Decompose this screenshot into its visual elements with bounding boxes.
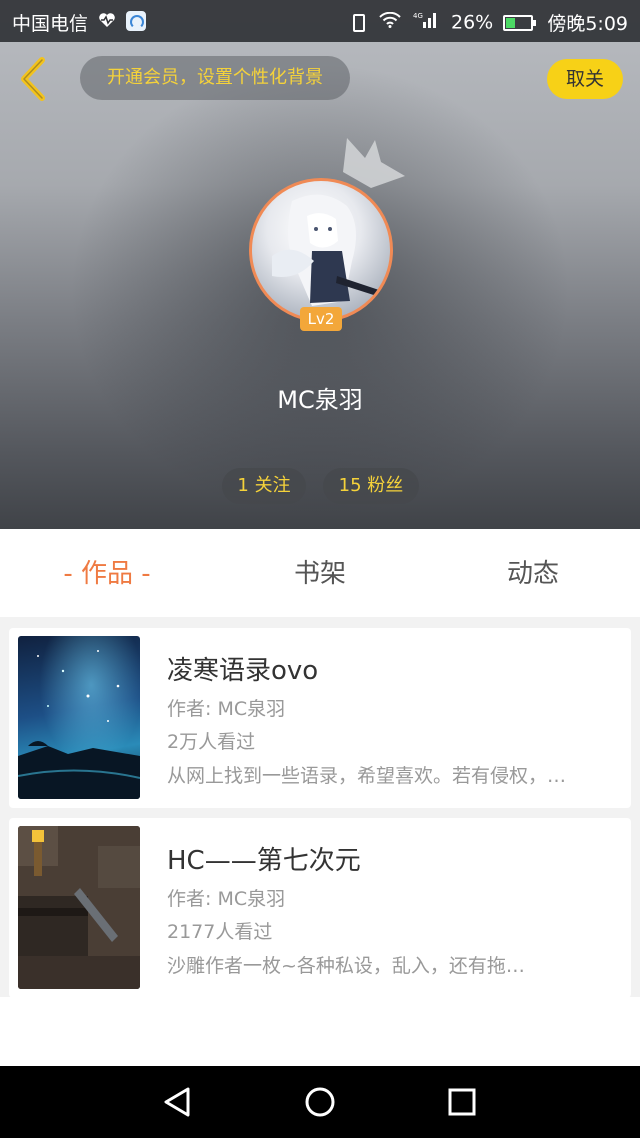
work-description: 沙雕作者一枚~各种私设，乱入，还有拖… — [167, 955, 525, 977]
wifi-icon — [379, 12, 401, 28]
status-right: 4G 26% 傍晚5:09 — [352, 9, 628, 36]
work-title: 凌寒语录ovo — [167, 656, 319, 686]
heart-rate-icon — [99, 13, 115, 27]
profile-header: 中国电信 4G 26% 傍晚5:09 开通会员，设置个性化背景 取关 Lv2 M… — [0, 0, 640, 529]
work-description: 从网上找到一些语录，希望喜欢。若有侵权，… — [167, 765, 567, 787]
username: MC泉羽 — [277, 386, 363, 414]
level-badge: Lv2 — [300, 307, 342, 331]
work-author: 作者: MC泉羽 — [167, 698, 286, 720]
status-bar: 中国电信 4G 26% 傍晚5:09 — [0, 0, 640, 42]
work-card[interactable]: HC——第七次元 作者: MC泉羽 2177人看过 沙雕作者一枚~各种私设，乱入… — [9, 818, 631, 998]
avatar-illustration — [272, 194, 382, 306]
nav-back-icon[interactable] — [158, 1084, 198, 1120]
status-app-icons — [98, 11, 147, 33]
work-views: 2万人看过 — [167, 731, 256, 753]
blocky-scene-illustration — [18, 826, 140, 989]
work-cover-image[interactable] — [18, 826, 140, 989]
avatar-container[interactable] — [249, 178, 393, 322]
following-count[interactable]: 1 关注 — [222, 468, 306, 504]
avatar[interactable] — [249, 178, 393, 322]
back-button[interactable] — [14, 56, 54, 102]
tab-works[interactable]: - 作品 - — [20, 529, 194, 617]
battery-icon — [503, 14, 537, 31]
followers-count[interactable]: 15 粉丝 — [323, 468, 419, 504]
svg-text:4G: 4G — [413, 12, 423, 20]
carrier-label: 中国电信 — [12, 13, 89, 35]
vip-background-prompt[interactable]: 开通会员，设置个性化背景 — [80, 56, 350, 100]
work-views: 2177人看过 — [167, 921, 273, 943]
starry-sky-illustration — [18, 650, 140, 799]
clock: 傍晚5:09 — [547, 13, 628, 35]
vibrate-icon — [352, 13, 365, 32]
works-list: 凌寒语录ovo 作者: MC泉羽 2万人看过 从网上找到一些语录，希望喜欢。若有… — [0, 617, 640, 998]
profile-tabs: - 作品 - 书架 动态 — [0, 529, 640, 617]
work-cover-image[interactable] — [18, 636, 140, 799]
unfollow-button[interactable]: 取关 — [547, 59, 623, 99]
system-nav-bar — [0, 1066, 640, 1138]
chevron-left-icon — [21, 57, 45, 101]
tab-bookshelf[interactable]: 书架 — [233, 529, 407, 617]
work-author: 作者: MC泉羽 — [167, 888, 286, 910]
work-title: HC——第七次元 — [167, 846, 361, 876]
signal-icon: 4G — [413, 12, 436, 28]
tab-activity[interactable]: 动态 — [446, 529, 620, 617]
app-notification-icon — [126, 11, 147, 31]
nav-recents-icon[interactable] — [442, 1084, 482, 1120]
work-card[interactable]: 凌寒语录ovo 作者: MC泉羽 2万人看过 从网上找到一些语录，希望喜欢。若有… — [9, 628, 631, 808]
list-end-spacer — [0, 997, 640, 1066]
battery-percent: 26% — [451, 11, 494, 34]
nav-home-icon[interactable] — [300, 1084, 340, 1120]
